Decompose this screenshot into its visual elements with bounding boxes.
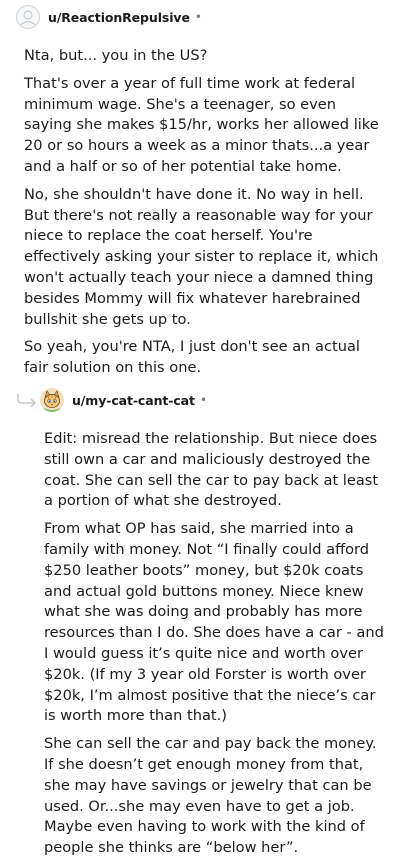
comment-body: Edit: misread the relationship. But niec… xyxy=(44,429,384,859)
reply-arrow-icon xyxy=(17,394,37,407)
default-avatar-icon[interactable] xyxy=(16,5,40,29)
comment-paragraph: So yeah, you're NTA, I just don't see an… xyxy=(24,338,360,377)
comment-paragraph: From what OP has said, she married into … xyxy=(44,520,384,725)
comment-header: u/ReactionRepulsive • xyxy=(16,3,202,31)
username[interactable]: u/ReactionRepulsive xyxy=(48,10,190,25)
comment-paragraph: Edit: misread the relationship. But niec… xyxy=(44,430,379,510)
cat-avatar-icon[interactable] xyxy=(40,388,64,412)
comment-paragraph: That's over a year of full time work at … xyxy=(24,74,379,175)
comment-paragraph: No, she shouldn't have done it. No way i… xyxy=(24,185,379,328)
comment-paragraph: She can sell the car and pay back the mo… xyxy=(44,735,377,857)
comment-header: u/my-cat-cant-cat • xyxy=(40,386,207,414)
comment-body: Nta, but... you in the US? That's over a… xyxy=(24,46,384,379)
separator-dot: • xyxy=(194,10,202,24)
username[interactable]: u/my-cat-cant-cat xyxy=(72,393,195,408)
user-icon xyxy=(20,10,36,26)
separator-dot: • xyxy=(199,393,207,407)
cat-icon xyxy=(40,388,64,412)
comment-paragraph: Nta, but... you in the US? xyxy=(24,47,208,64)
